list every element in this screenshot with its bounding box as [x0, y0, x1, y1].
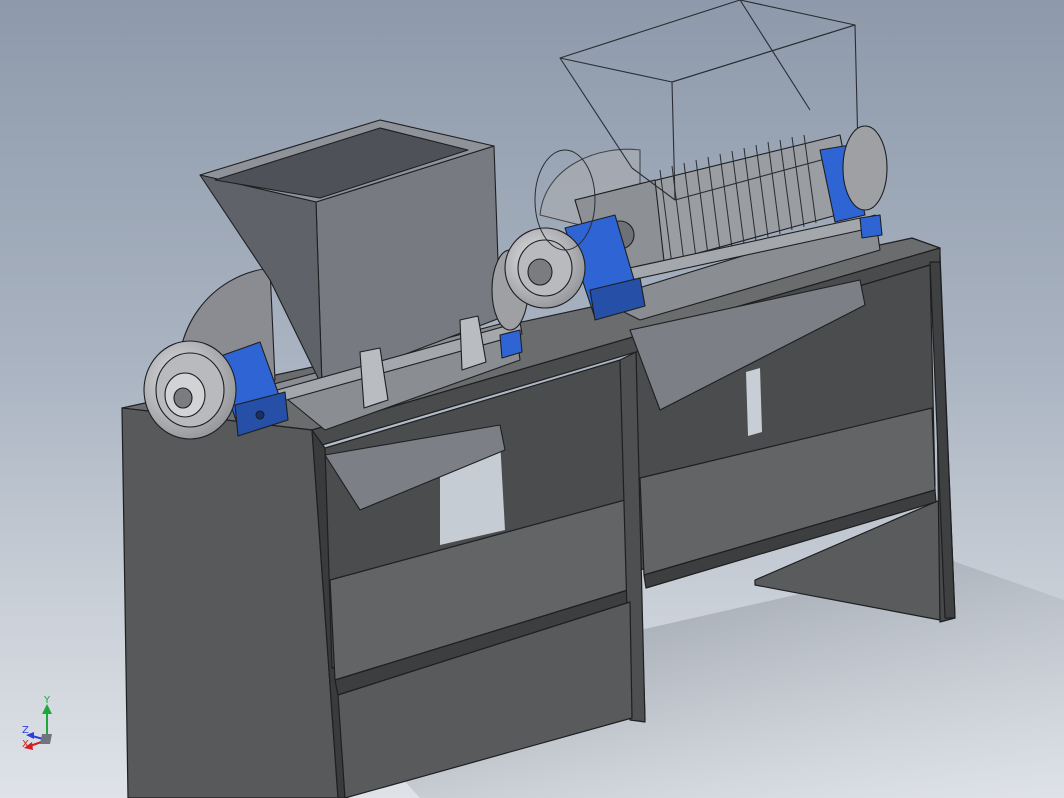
coordinate-triad: Y Z X: [14, 696, 64, 758]
graphics-viewport[interactable]: Y Z X: [0, 0, 1064, 798]
y-axis-label: Y: [44, 695, 51, 706]
x-axis-label: X: [22, 739, 29, 750]
triad-origin: [40, 734, 52, 744]
model-view[interactable]: [0, 0, 1064, 798]
z-axis-label: Z: [22, 725, 29, 736]
